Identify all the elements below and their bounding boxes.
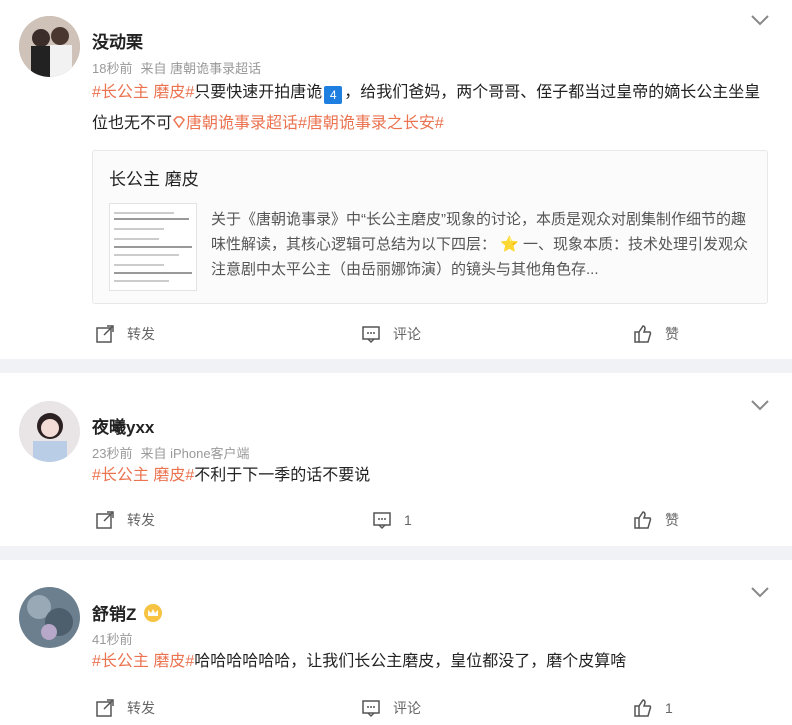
post-meta: 18秒前 来自 唐朝诡事录超话 — [92, 58, 269, 77]
post-source[interactable]: 来自 唐朝诡事录超话 — [140, 61, 261, 76]
post-text: #长公主 磨皮#不利于下一季的话不要说 — [92, 460, 762, 491]
post-2: 夜曦yxx 23秒前 来自 iPhone客户端 #长公主 磨皮#不利于下一季的话不… — [0, 373, 792, 546]
repost-label: 转发 — [127, 700, 155, 716]
hashtag[interactable]: #唐朝诡事录之长安# — [298, 115, 444, 132]
avatar[interactable] — [19, 16, 80, 77]
like-button[interactable]: 赞 — [633, 510, 679, 530]
card-title: 长公主 磨皮 — [109, 170, 199, 189]
username-text: 舒销Z — [92, 605, 137, 624]
action-bar: 转发 评论 赞 — [0, 324, 792, 348]
hashtag[interactable]: #长公主 磨皮# — [92, 84, 194, 101]
post-1: 没动栗 18秒前 来自 唐朝诡事录超话 #长公主 磨皮#只要快速开拍唐诡 4 ，给我们… — [0, 0, 792, 359]
repost-icon — [96, 325, 114, 343]
comment-label: 评论 — [393, 326, 421, 342]
comment-button[interactable]: 1 — [372, 510, 412, 530]
username[interactable]: 夜曦yxx — [92, 413, 154, 438]
post-text: #长公主 磨皮#哈哈哈哈哈哈，让我们长公主磨皮，皇位都没了，磨个皮算啥 — [92, 646, 762, 677]
hashtag[interactable]: #长公主 磨皮# — [92, 653, 194, 670]
like-count: 1 — [665, 700, 673, 716]
post-source[interactable]: 来自 iPhone客户端 — [140, 446, 249, 461]
comment-button[interactable]: 评论 — [361, 324, 421, 344]
thumbs-up-icon — [634, 511, 652, 529]
like-label: 赞 — [665, 326, 679, 342]
repost-icon — [96, 699, 114, 717]
card-summary: 关于《唐朝诡事录》中“长公主磨皮”现象的讨论，本质是观众对剧集制作细节的趣味性解… — [211, 211, 749, 278]
repost-button[interactable]: 转发 — [95, 510, 155, 530]
like-button[interactable]: 赞 — [633, 324, 679, 344]
repost-label: 转发 — [127, 326, 155, 342]
username[interactable]: 舒销Z — [92, 600, 163, 625]
comment-icon — [362, 700, 380, 718]
repost-icon — [96, 511, 114, 529]
hashtag[interactable]: #长公主 磨皮# — [92, 467, 194, 484]
avatar[interactable] — [19, 587, 80, 648]
vip-crown-icon — [144, 604, 163, 622]
chevron-down-icon[interactable] — [750, 586, 770, 598]
supertopic-gem-icon — [173, 116, 185, 129]
repost-label: 转发 — [127, 512, 155, 528]
chevron-down-icon[interactable] — [750, 399, 770, 411]
post-text: #长公主 磨皮#只要快速开拍唐诡 4 ，给我们爸妈，两个哥哥、侄子都当过皇帝的嫡长公… — [92, 77, 762, 139]
supertopic-link[interactable]: 唐朝诡事录超话 — [186, 115, 298, 132]
post-body: 不利于下一季的话不要说 — [194, 467, 371, 484]
comment-count: 1 — [404, 512, 412, 528]
repost-button[interactable]: 转发 — [95, 324, 155, 344]
article-card[interactable]: 长公主 磨皮 关于《唐朝诡事录》中“长公主磨皮”现象的讨论，本质是观众对剧集制作… — [92, 150, 768, 304]
like-label: 赞 — [665, 512, 679, 528]
timestamp[interactable]: 18秒前 — [92, 61, 132, 76]
thumbs-up-icon — [634, 325, 652, 343]
chevron-down-icon[interactable] — [750, 14, 770, 26]
repost-button[interactable]: 转发 — [95, 698, 155, 718]
post-3: 舒销Z 41秒前 #长公主 磨皮#哈哈哈哈哈哈，让我们长公主磨皮，皇位都没了，磨… — [0, 560, 792, 725]
timestamp[interactable]: 41秒前 — [92, 632, 132, 647]
comment-icon — [362, 326, 380, 344]
timestamp[interactable]: 23秒前 — [92, 446, 132, 461]
post-body: 哈哈哈哈哈哈，让我们长公主磨皮，皇位都没了，磨个皮算啥 — [194, 653, 627, 670]
avatar[interactable] — [19, 401, 80, 462]
thumbs-up-icon — [634, 699, 652, 717]
post-body: 只要快速开拍唐诡 — [194, 84, 323, 101]
comment-button[interactable]: 评论 — [361, 698, 421, 718]
card-thumbnail — [109, 203, 197, 291]
action-bar: 转发 评论 1 — [0, 698, 792, 722]
action-bar: 转发 1 赞 — [0, 510, 792, 534]
comment-label: 评论 — [393, 700, 421, 716]
keycap-4-emoji: 4 — [324, 86, 343, 104]
like-button[interactable]: 1 — [633, 698, 673, 718]
comment-icon — [373, 512, 391, 530]
username[interactable]: 没动栗 — [92, 28, 143, 53]
